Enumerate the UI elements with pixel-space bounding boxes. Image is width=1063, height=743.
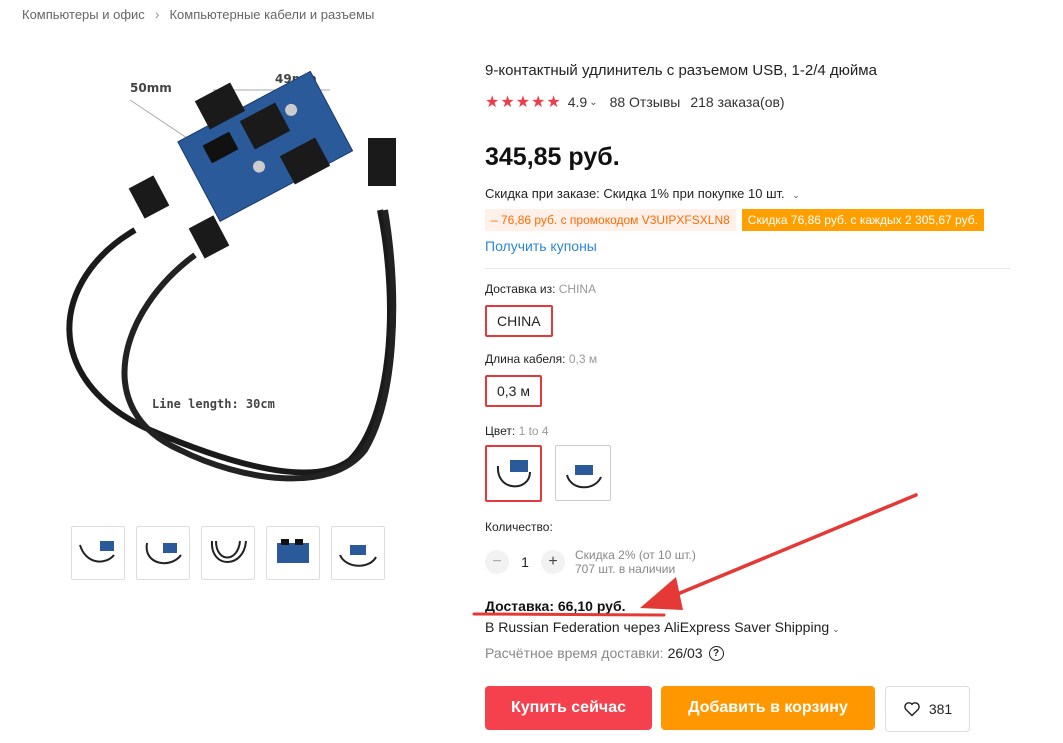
- product-price: 345,85 руб.: [485, 143, 620, 171]
- reviews-count[interactable]: 88 Отзывы: [610, 94, 681, 110]
- quantity-label: Количество:: [485, 520, 553, 534]
- bulk-discount-line[interactable]: Скидка при заказе: Скидка 1% при покупке…: [485, 186, 800, 201]
- color-label: Цвет: 1 to 4: [485, 424, 549, 438]
- discount-label: Скидка при заказе:: [485, 186, 600, 201]
- bulk-discount-note: Скидка 2% (от 10 шт.): [575, 548, 696, 562]
- breadcrumb-item-cables[interactable]: Компьютерные кабели и разъемы: [169, 7, 374, 22]
- shipping-method[interactable]: В Russian Federation через AliExpress Sa…: [485, 619, 840, 635]
- annotation-underline: [472, 612, 666, 617]
- eta-label: Расчётное время доставки:: [485, 645, 664, 661]
- wishlist-count: 381: [928, 701, 953, 717]
- cable-length-label-text: Длина кабеля:: [485, 352, 566, 366]
- chevron-down-icon: ⌄: [832, 624, 840, 634]
- quantity-minus-button[interactable]: −: [485, 550, 509, 574]
- shipping-eta: Расчётное время доставки: 26/03 ?: [485, 645, 724, 661]
- heart-icon: [904, 702, 920, 717]
- quantity-stepper: − 1 + Скидка 2% (от 10 шт.) 707 шт. в на…: [485, 548, 696, 576]
- chevron-down-icon: ⌄: [792, 190, 800, 200]
- divider: [485, 268, 1010, 269]
- rating-row: ★★★★★ 4.9 ⌄ 88 Отзывы 218 заказа(ов): [485, 92, 785, 112]
- orders-count: 218 заказа(ов): [690, 94, 785, 110]
- store-discount-badge[interactable]: Скидка 76,86 руб. с каждых 2 305,67 руб.: [741, 209, 984, 231]
- color-option-2[interactable]: [555, 445, 611, 501]
- dimension-width-label: 50mm: [130, 81, 172, 95]
- color-value: 1 to 4: [518, 424, 549, 438]
- quantity-input[interactable]: 1: [509, 554, 541, 570]
- get-coupons-link[interactable]: Получить купоны: [485, 238, 597, 254]
- color-option-1-to-4[interactable]: [485, 445, 542, 502]
- thumbnail-4[interactable]: [266, 526, 320, 580]
- line-length-label: Line length: 30cm: [152, 397, 275, 411]
- rating-value[interactable]: 4.9: [568, 94, 587, 110]
- add-to-cart-button[interactable]: Добавить в корзину: [661, 686, 875, 730]
- color-label-text: Цвет:: [485, 424, 516, 438]
- buy-now-button[interactable]: Купить сейчас: [485, 686, 652, 730]
- thumbnail-strip: [71, 526, 385, 580]
- thumbnail-5[interactable]: [331, 526, 385, 580]
- breadcrumb-item-computers[interactable]: Компьютеры и офис: [22, 7, 145, 22]
- cable-length-option[interactable]: 0,3 м: [485, 375, 542, 407]
- help-icon[interactable]: ?: [708, 645, 724, 661]
- breadcrumb: Компьютеры и офис › Компьютерные кабели …: [22, 6, 374, 22]
- ship-from-label-text: Доставка из:: [485, 282, 556, 296]
- stock-note: 707 шт. в наличии: [575, 562, 676, 576]
- cable-length-label: Длина кабеля: 0,3 м: [485, 352, 597, 366]
- thumbnail-3[interactable]: [201, 526, 255, 580]
- ship-from-label: Доставка из: CHINA: [485, 282, 596, 296]
- product-main-image[interactable]: 50mm 49mm Line length: 30cm: [30, 50, 430, 520]
- thumbnail-1[interactable]: [71, 526, 125, 580]
- quantity-note: Скидка 2% (от 10 шт.) 707 шт. в наличии: [575, 548, 696, 576]
- promo-code-badge[interactable]: – 76,86 руб. с промокодом V3UIPXFSXLN8: [485, 209, 736, 231]
- discount-text: Скидка 1% при покупке 10 шт.: [603, 186, 785, 201]
- cable-length-value: 0,3 м: [568, 352, 598, 366]
- thumbnail-2[interactable]: [136, 526, 190, 580]
- promo-row: – 76,86 руб. с промокодом V3UIPXFSXLN8 С…: [485, 209, 984, 231]
- star-icon: ★★★★★: [485, 94, 562, 111]
- chevron-right-icon: ›: [154, 6, 160, 22]
- ship-from-option-china[interactable]: CHINA: [485, 305, 553, 337]
- eta-date: 26/03: [667, 645, 703, 661]
- product-title: 9-контактный удлинитель с разъемом USB, …: [485, 62, 877, 79]
- chevron-down-icon[interactable]: ⌄: [589, 97, 597, 108]
- quantity-plus-button[interactable]: +: [541, 550, 565, 574]
- ship-from-value: CHINA: [558, 282, 597, 296]
- wishlist-button[interactable]: 381: [885, 686, 970, 732]
- shipping-method-text: В Russian Federation через AliExpress Sa…: [485, 619, 830, 635]
